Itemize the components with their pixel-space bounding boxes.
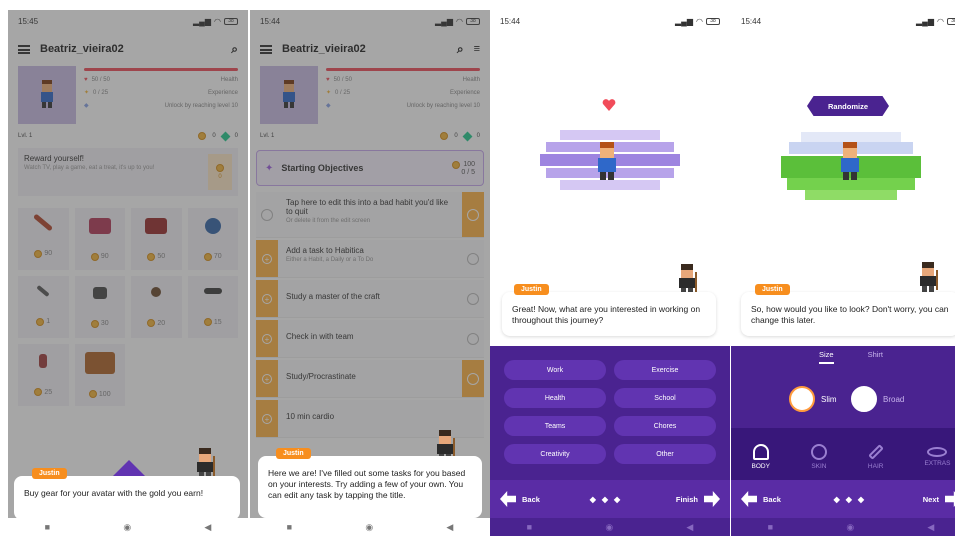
interest-option-health[interactable]: Health <box>504 388 606 408</box>
recents-icon[interactable]: ■ <box>287 522 292 532</box>
finish-button[interactable]: Finish <box>676 495 698 504</box>
page-dots: ◆◆◆ <box>589 494 627 504</box>
customize-tabs: Size Shirt <box>731 350 955 364</box>
category-label: EXTRAS <box>924 460 951 467</box>
bubble-text: Buy gear for your avatar with the gold y… <box>24 488 204 498</box>
screenshot-stage: 15:45 ▂▄▆◠38 Beatriz_vieira02 ⌕ ♥50 / <box>0 0 955 536</box>
back-arrow-icon[interactable] <box>741 491 757 507</box>
justin-sprite <box>197 448 215 478</box>
signal-icon: ▂▄▆ <box>916 16 935 26</box>
heart-icon <box>602 99 616 111</box>
bubble-text: So, how would you like to look? Don't wo… <box>751 304 949 326</box>
category-bar: BODY SKIN HAIR EXTRAS <box>731 428 955 480</box>
speaker-tag: Justin <box>755 284 790 295</box>
category-label: HAIR <box>867 463 884 470</box>
tutorial-bubble[interactable]: Buy gear for your avatar with the gold y… <box>14 476 240 520</box>
battery-icon: 38 <box>947 17 955 25</box>
signal-icon: ▂▄▆ <box>675 16 694 26</box>
screen-shop: 15:45 ▂▄▆◠38 Beatriz_vieira02 ⌕ ♥50 / <box>8 10 248 536</box>
interest-option-school[interactable]: School <box>614 388 716 408</box>
tutorial-bubble: Great! Now, what are you interested in w… <box>502 292 716 336</box>
android-nav: ■ ◉ ◀ <box>8 518 248 536</box>
hair-icon <box>867 444 884 460</box>
home-icon[interactable]: ◉ <box>123 522 131 533</box>
size-option-slim[interactable]: Slim <box>789 386 837 412</box>
tutorial-bubble: So, how would you like to look? Don't wo… <box>741 292 955 336</box>
recents-icon[interactable]: ■ <box>45 522 50 532</box>
recents-icon[interactable]: ■ <box>527 522 532 532</box>
interest-option-chores[interactable]: Chores <box>614 416 716 436</box>
body-icon <box>752 444 769 460</box>
skin-icon <box>810 444 827 460</box>
category-body[interactable]: BODY <box>752 444 770 470</box>
home-icon[interactable]: ◉ <box>605 522 613 533</box>
fab-indicator <box>113 460 145 476</box>
status-time: 15:44 <box>741 16 762 26</box>
back-button[interactable]: Back <box>763 495 781 504</box>
back-icon[interactable]: ◀ <box>446 522 453 533</box>
speaker-name: Justin <box>762 286 783 293</box>
screen-tasks: 15:44 ▂▄▆ ◠ 38 Beatriz_vieira02 ⌕ ≡ ♥ 50… <box>250 10 490 536</box>
avatar-stage <box>540 130 680 190</box>
tutorial-bubble[interactable]: Here we are! I've filled out some tasks … <box>258 456 482 518</box>
wifi-icon: ◠ <box>696 16 703 26</box>
android-nav: ■ ◉ ◀ <box>250 518 490 536</box>
justin-sprite <box>679 264 697 294</box>
bubble-text: Great! Now, what are you interested in w… <box>512 304 701 326</box>
interest-option-work[interactable]: Work <box>504 360 606 380</box>
avatar-stage <box>781 132 921 200</box>
next-arrow-icon[interactable] <box>704 491 720 507</box>
next-arrow-icon[interactable] <box>945 491 955 507</box>
broad-label: Broad <box>883 394 905 404</box>
back-button[interactable]: Back <box>522 495 540 504</box>
broad-shirt-icon <box>851 386 877 412</box>
back-icon[interactable]: ◀ <box>686 522 693 533</box>
page-dots: ◆◆◆ <box>833 494 871 504</box>
home-icon[interactable]: ◉ <box>846 522 854 533</box>
category-label: BODY <box>751 463 770 470</box>
status-time: 15:44 <box>500 16 521 26</box>
tab-size[interactable]: Size <box>818 350 834 364</box>
slim-shirt-icon <box>789 386 815 412</box>
glasses-icon <box>927 447 948 457</box>
speaker-name: Justin <box>521 286 542 293</box>
justin-sprite <box>920 262 938 292</box>
home-icon[interactable]: ◉ <box>365 522 373 533</box>
interest-option-other[interactable]: Other <box>614 444 716 464</box>
randomize-button[interactable]: Randomize <box>807 96 889 116</box>
status-bar: 15:44 ▂▄▆◠38 <box>490 10 730 32</box>
android-nav: ■ ◉ ◀ <box>731 518 955 536</box>
battery-icon: 38 <box>706 17 720 25</box>
category-extras[interactable]: EXTRAS <box>924 447 950 467</box>
screen-avatar-customize: 15:44 ▂▄▆◠38 Randomize So, how would you… <box>731 10 955 536</box>
speaker-tag: Justin <box>514 284 549 295</box>
status-bar: 15:44 ▂▄▆◠38 <box>731 10 955 32</box>
interest-option-teams[interactable]: Teams <box>504 416 606 436</box>
screen-interests: 15:44 ▂▄▆ ◠ 38 Great! Now, what are you in… <box>490 10 730 536</box>
speaker-tag: Justin <box>276 448 311 459</box>
android-nav: ■ ◉ ◀ <box>490 518 730 536</box>
back-arrow-icon[interactable] <box>500 491 516 507</box>
bubble-text: Here we are! I've filled out some tasks … <box>268 468 466 501</box>
recents-icon[interactable]: ■ <box>768 522 773 532</box>
interest-option-creativity[interactable]: Creativity <box>504 444 606 464</box>
slim-label: Slim <box>821 394 837 404</box>
speaker-name: Justin <box>283 450 304 457</box>
onboarding-nav: Back ◆◆◆ Finish <box>490 480 730 518</box>
size-option-broad[interactable]: Broad <box>851 386 904 412</box>
interest-options: Work Exercise Health School Teams Chores… <box>504 360 716 464</box>
tab-shirt[interactable]: Shirt <box>868 350 883 364</box>
next-button[interactable]: Next <box>923 495 939 504</box>
speaker-name: Justin <box>39 470 60 477</box>
onboarding-nav: Back ◆◆◆ Next <box>731 480 955 518</box>
back-icon[interactable]: ◀ <box>204 522 211 533</box>
back-icon[interactable]: ◀ <box>927 522 934 533</box>
wifi-icon: ◠ <box>937 16 944 26</box>
speaker-tag: Justin <box>32 468 67 479</box>
interest-option-exercise[interactable]: Exercise <box>614 360 716 380</box>
category-skin[interactable]: SKIN <box>810 444 827 470</box>
category-hair[interactable]: HAIR <box>867 444 884 470</box>
category-label: SKIN <box>811 463 827 470</box>
